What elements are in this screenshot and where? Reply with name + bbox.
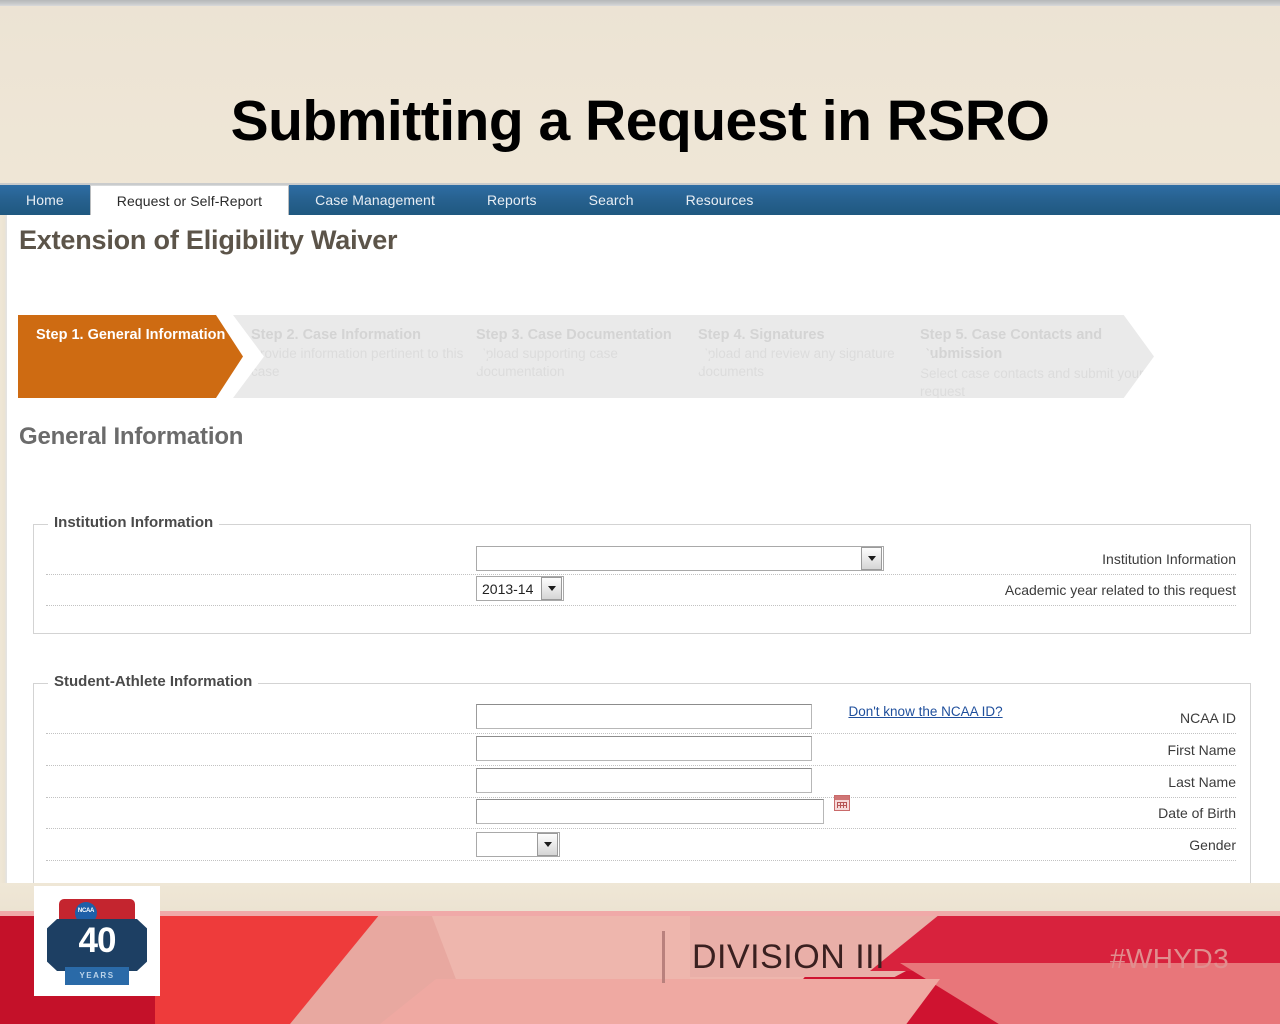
step-1-general-information[interactable]: Step 1. General Information	[18, 315, 243, 398]
banner-facet-8	[380, 979, 940, 1024]
step-3-subtitle: Upload supporting case documentation	[476, 346, 618, 380]
section-heading-general-information: General Information	[19, 423, 244, 450]
step-4-subtitle: Upload and review any signature document…	[698, 346, 895, 380]
student-athlete-information-legend: Student-Athlete Information	[48, 673, 259, 690]
banner-graphic	[0, 911, 1280, 1024]
chevron-down-icon[interactable]	[861, 546, 882, 570]
banner-top-highlight	[0, 911, 1280, 916]
form-row-academic-year: Academic year related to this request 20…	[46, 574, 1236, 606]
step-progress-bar: Step 1. General Information Step 2. Case…	[18, 315, 1154, 398]
academic-year-select[interactable]: 2013-14	[476, 576, 564, 601]
date-of-birth-input[interactable]	[476, 799, 824, 824]
slide-title: Submitting a Request in RSRO	[230, 89, 1050, 153]
dont-know-ncaa-id-link[interactable]: Don't know the NCAA ID?	[848, 704, 1002, 719]
first-name-field-wrap	[476, 736, 812, 761]
step-4-signatures[interactable]: Step 4. Signatures Upload and review any…	[680, 315, 938, 398]
step-2-subtitle: Provide information pertinent to this ca…	[251, 346, 464, 380]
academic-year-field-wrap: 2013-14	[476, 576, 564, 601]
logo-number: 40	[78, 921, 117, 960]
date-of-birth-label: Date of Birth	[1158, 805, 1236, 821]
logo-years-label: YEARS	[79, 971, 115, 980]
step-5-title: Step 5. Case Contacts and Submission	[920, 327, 1103, 363]
form-row-institution: Institution Information	[46, 543, 1236, 575]
form-row-gender: Gender	[46, 829, 1236, 861]
institution-field-wrap	[476, 545, 884, 571]
step-5-subtitle: Select case contacts and submit your req…	[920, 365, 1144, 399]
academic-year-label: Academic year related to this request	[1004, 582, 1236, 598]
logo-badge: 40 YEARS	[45, 893, 149, 989]
bottom-banner: 40 YEARS DIVISION III #WHYD3	[0, 883, 1280, 1024]
division-separator	[662, 931, 665, 983]
gender-field-wrap	[476, 831, 560, 857]
step-3-case-documentation[interactable]: Step 3. Case Documentation Upload suppor…	[458, 315, 716, 398]
left-rail	[0, 215, 7, 883]
step-3-title: Step 3. Case Documentation	[476, 327, 672, 343]
nav-item-search[interactable]: Search	[563, 185, 660, 215]
banner-beige-strip	[0, 883, 1280, 911]
hashtag-label: #WHYD3	[1110, 943, 1230, 974]
institution-information-fieldset: Institution Information Institution Info…	[33, 514, 1251, 634]
institution-information-legend: Institution Information	[48, 514, 220, 531]
slide-background: Submitting a Request in RSRO Home Reques…	[0, 0, 1280, 1024]
date-of-birth-field-wrap	[476, 795, 851, 824]
nav-item-home[interactable]: Home	[0, 185, 90, 215]
page-content: Extension of Eligibility Waiver Step 1. …	[0, 215, 1280, 883]
step-5-case-contacts-and-submission[interactable]: Step 5. Case Contacts and Submission Sel…	[902, 315, 1154, 398]
division-label: DIVISION III	[692, 938, 886, 976]
ncaa-id-field-wrap: Don't know the NCAA ID?	[476, 704, 1003, 729]
form-row-ncaa-id: NCAA ID Don't know the NCAA ID?	[46, 702, 1236, 734]
step-2-case-information[interactable]: Step 2. Case Information Provide informa…	[233, 315, 491, 398]
application-screenshot: Home Request or Self-Report Case Managem…	[0, 183, 1280, 883]
ncaa-40-years-logo: 40 YEARS	[34, 886, 160, 996]
step-2-title: Step 2. Case Information	[251, 327, 422, 343]
gender-label: Gender	[1189, 837, 1236, 853]
nav-item-request-or-self-report[interactable]: Request or Self-Report	[89, 185, 290, 215]
nav-item-reports[interactable]: Reports	[461, 185, 563, 215]
academic-year-select-value: 2013-14	[482, 580, 534, 597]
form-row-date-of-birth: Date of Birth	[46, 795, 1236, 829]
last-name-input[interactable]	[476, 768, 812, 793]
calendar-icon[interactable]	[834, 795, 851, 811]
gender-select[interactable]	[476, 831, 560, 857]
form-row-last-name: Last Name	[46, 766, 1236, 798]
step-1-title: Step 1. General Information	[36, 327, 226, 343]
nav-item-resources[interactable]: Resources	[660, 185, 780, 215]
top-gray-strip	[0, 0, 1280, 6]
step-4-title: Step 4. Signatures	[698, 327, 825, 343]
first-name-label: First Name	[1167, 742, 1236, 758]
last-name-label: Last Name	[1168, 774, 1236, 790]
main-navigation: Home Request or Self-Report Case Managem…	[0, 185, 1280, 215]
chevron-down-icon[interactable]	[541, 577, 562, 600]
page-title: Extension of Eligibility Waiver	[19, 225, 398, 255]
ncaa-id-input[interactable]	[476, 704, 812, 729]
form-row-first-name: First Name	[46, 734, 1236, 766]
student-athlete-information-fieldset: Student-Athlete Information NCAA ID Don'…	[33, 673, 1251, 883]
institution-select[interactable]	[476, 545, 884, 571]
last-name-field-wrap	[476, 768, 812, 793]
first-name-input[interactable]	[476, 736, 812, 761]
right-rail	[1276, 215, 1280, 883]
nav-item-case-management[interactable]: Case Management	[289, 185, 461, 215]
chevron-down-icon[interactable]	[537, 832, 558, 856]
